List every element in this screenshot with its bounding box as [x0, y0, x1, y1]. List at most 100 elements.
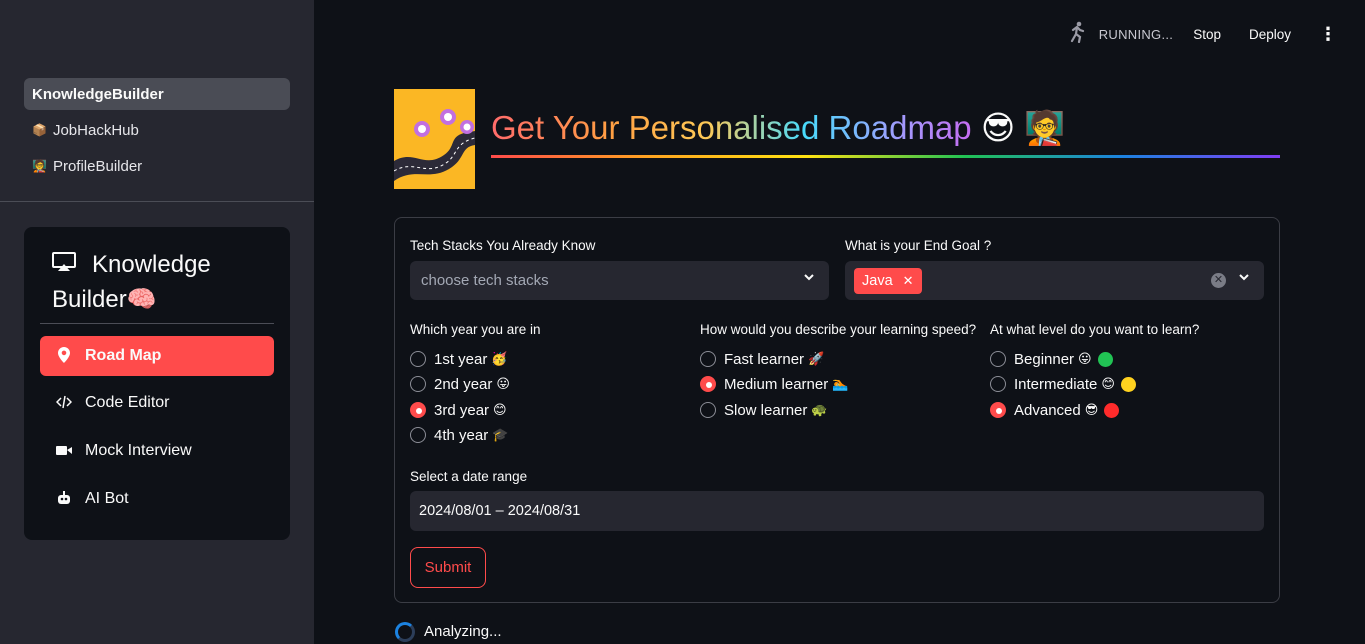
radio-label: Beginner — [1014, 350, 1075, 368]
menu-title: Knowledge Builder🧠 — [52, 247, 262, 317]
title-rainbow-divider — [491, 155, 1280, 158]
sidebar: KnowledgeBuilder 📦 JobHackHub 🧑‍🏫 Profil… — [0, 0, 314, 644]
date-range-value: 2024/08/01 – 2024/08/31 — [419, 503, 581, 519]
teacher-icon: 🧑‍🏫 — [32, 159, 47, 173]
running-person-icon — [1067, 21, 1087, 48]
radio-label: 1st year — [434, 350, 488, 368]
menu-item-label: Mock Interview — [85, 442, 192, 459]
radio-label: Fast learner — [724, 350, 805, 368]
radio-label: 4th year — [434, 426, 489, 444]
yellow-circle-icon — [1120, 376, 1136, 392]
menu-item-code-editor[interactable]: Code Editor — [40, 383, 274, 423]
menu-item-road-map[interactable]: Road Map — [40, 336, 274, 376]
radio-button-checked[interactable] — [700, 376, 716, 392]
tag-label: Java — [862, 273, 893, 289]
page-link-label: JobHackHub — [52, 121, 139, 139]
smiling-face-icon: 😊 — [1101, 376, 1115, 391]
radio-button[interactable] — [410, 376, 426, 392]
radio-option-1st-year[interactable]: 1st year 🥳 — [410, 349, 508, 369]
radio-option-fast-learner[interactable]: Fast learner 🚀 — [700, 349, 824, 369]
radio-label: Medium learner — [724, 375, 829, 393]
radio-option-advanced[interactable]: Advanced 😎 — [990, 400, 1120, 420]
smiling-face-icon: 😊 — [493, 402, 507, 417]
radio-label: Intermediate — [1014, 375, 1098, 393]
selected-tag-java: Java ✕ — [854, 268, 922, 294]
menu-item-label: Code Editor — [85, 394, 170, 411]
speed-label: How would you describe your learning spe… — [700, 322, 977, 337]
end-goal-label: What is your End Goal ? — [845, 238, 992, 253]
radio-button-checked[interactable] — [990, 402, 1006, 418]
code-icon — [55, 395, 73, 412]
radio-option-medium-learner[interactable]: Medium learner 🏊 — [700, 374, 848, 394]
radio-option-3rd-year[interactable]: 3rd year 😊 — [410, 400, 507, 420]
radio-button-checked[interactable] — [410, 402, 426, 418]
menu-item-label: Road Map — [85, 347, 162, 364]
turtle-icon: 🐢 — [811, 402, 828, 417]
radio-label: Slow learner — [724, 401, 808, 419]
tech-stacks-multiselect[interactable]: choose tech stacks — [410, 261, 829, 300]
main-menu-icon[interactable]: ⋮ — [1319, 24, 1337, 45]
menu-item-mock-interview[interactable]: Mock Interview — [40, 431, 274, 471]
radio-button[interactable] — [700, 402, 716, 418]
top-toolbar: RUNNING... Stop Deploy ⋮ — [1067, 21, 1337, 48]
analyzing-status: Analyzing... — [424, 623, 502, 640]
menu-item-ai-bot[interactable]: AI Bot — [40, 479, 274, 519]
stop-button[interactable]: Stop — [1193, 27, 1221, 42]
radio-option-2nd-year[interactable]: 2nd year 😛 — [410, 374, 510, 394]
loading-spinner-icon — [395, 622, 415, 642]
year-label: Which year you are in — [410, 322, 541, 337]
radio-option-beginner[interactable]: Beginner 😛 — [990, 349, 1113, 369]
page-link-profilebuilder[interactable]: 🧑‍🏫 ProfileBuilder — [24, 150, 290, 182]
radio-label: 3rd year — [434, 401, 490, 419]
roadmap-form: Tech Stacks You Already Know choose tech… — [394, 217, 1280, 603]
radio-button[interactable] — [990, 376, 1006, 392]
running-status: RUNNING... — [1098, 26, 1174, 42]
tech-stacks-label: Tech Stacks You Already Know — [410, 238, 596, 253]
remove-tag-icon[interactable]: ✕ — [903, 273, 914, 289]
radio-option-4th-year[interactable]: 4th year 🎓 — [410, 425, 508, 445]
radio-option-intermediate[interactable]: Intermediate 😊 — [990, 374, 1136, 394]
red-circle-icon — [1104, 402, 1120, 418]
page-link-label: KnowledgeBuilder — [32, 85, 164, 103]
page-nav: KnowledgeBuilder 📦 JobHackHub 🧑‍🏫 Profil… — [24, 78, 290, 186]
menu-title-line2: Builder🧠 — [52, 286, 157, 313]
tongue-face-icon: 😛 — [1078, 351, 1092, 366]
robot-icon — [56, 490, 72, 509]
rocket-icon: 🚀 — [808, 351, 825, 366]
clear-all-icon[interactable]: ✕ — [1211, 273, 1226, 288]
chevron-down-icon[interactable] — [1238, 270, 1250, 286]
end-goal-multiselect[interactable]: Java ✕ ✕ — [845, 261, 1264, 300]
radio-button[interactable] — [700, 351, 716, 367]
page-link-jobhackhub[interactable]: 📦 JobHackHub — [24, 114, 290, 146]
page-link-label: ProfileBuilder — [52, 157, 143, 175]
map-pin-icon — [56, 346, 72, 366]
package-icon: 📦 — [32, 123, 47, 137]
page-title-emoji: 😎 🧑‍🏫 — [980, 109, 1066, 146]
radio-button[interactable] — [410, 427, 426, 443]
roadmap-logo-image — [394, 89, 475, 189]
radio-option-slow-learner[interactable]: Slow learner 🐢 — [700, 400, 828, 420]
video-camera-icon — [56, 443, 72, 459]
radio-button[interactable] — [990, 351, 1006, 367]
deploy-button[interactable]: Deploy — [1249, 27, 1291, 42]
graduation-cap-icon: 🎓 — [492, 427, 509, 442]
partying-face-icon: 🥳 — [491, 351, 508, 366]
sidebar-divider — [0, 201, 314, 202]
tech-stacks-placeholder: choose tech stacks — [421, 272, 549, 289]
level-label: At what level do you want to learn? — [990, 322, 1200, 337]
option-menu: Knowledge Builder🧠 Road Map Code Editor … — [24, 227, 290, 540]
swimmer-icon: 🏊 — [832, 376, 849, 391]
green-circle-icon — [1097, 351, 1113, 367]
date-range-label: Select a date range — [410, 469, 528, 484]
radio-label: Advanced — [1014, 401, 1081, 419]
submit-button[interactable]: Submit — [410, 547, 486, 588]
menu-divider — [40, 323, 274, 324]
chevron-down-icon[interactable] — [803, 270, 815, 286]
menu-title-line1: Knowledge — [92, 251, 211, 278]
radio-button[interactable] — [410, 351, 426, 367]
page-title: Get Your Personalised Roadmap 😎 🧑‍🏫 — [491, 108, 1066, 148]
menu-item-label: AI Bot — [85, 490, 129, 507]
page-link-knowledgebuilder[interactable]: KnowledgeBuilder — [24, 78, 290, 110]
page-title-text: Get Your Personalised Roadmap — [491, 109, 972, 146]
date-range-input[interactable]: 2024/08/01 – 2024/08/31 — [410, 491, 1264, 531]
